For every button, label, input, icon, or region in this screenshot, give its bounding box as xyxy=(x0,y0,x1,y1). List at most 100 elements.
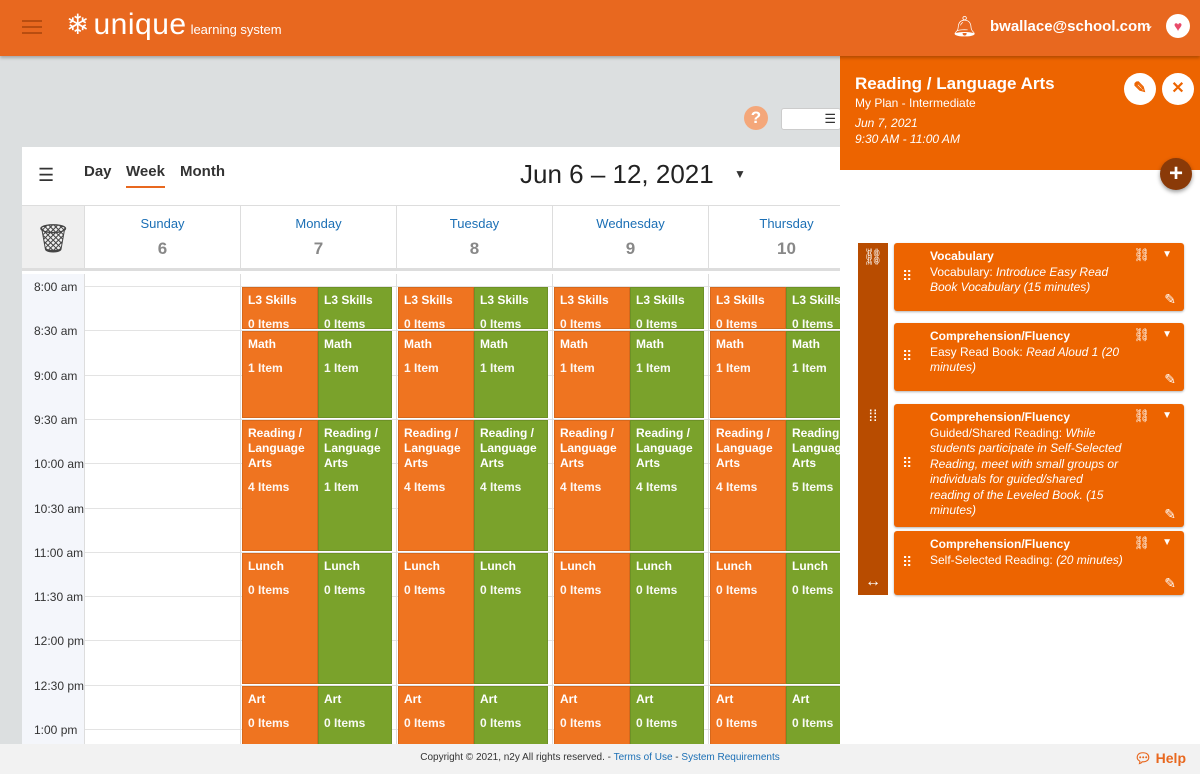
activity-group-rail[interactable]: ⛓︎ ⁞⁞ ↔ xyxy=(858,243,888,595)
list-view-toggle[interactable]: ☰ xyxy=(781,108,841,130)
trash-icon[interactable]: 🗑︎ xyxy=(22,205,84,271)
drag-handle-icon[interactable]: ⁞⁞ xyxy=(858,408,888,426)
calendar-event[interactable]: Lunch 0 Items xyxy=(474,552,548,684)
calendar-event[interactable]: Reading / Language Arts 4 Items xyxy=(242,419,318,551)
drag-handle-icon[interactable]: ⠿ xyxy=(902,348,912,365)
calendar-event[interactable]: Lunch 0 Items xyxy=(554,552,630,684)
day-header[interactable]: Tuesday 8 xyxy=(396,205,552,271)
calendar-event[interactable]: Art 0 Items xyxy=(318,685,392,744)
calendar-event[interactable]: Lunch 0 Items xyxy=(398,552,474,684)
user-menu[interactable]: bwallace@school.com xyxy=(990,18,1151,35)
calendar-event[interactable]: Art 0 Items xyxy=(554,685,630,744)
calendar-event[interactable]: Math 1 Item xyxy=(398,331,474,418)
view-week[interactable]: Week xyxy=(126,163,165,188)
pencil-icon[interactable]: ✎ xyxy=(1164,291,1176,308)
activity-card[interactable]: ⠿ Comprehension/Fluency Easy Read Book: … xyxy=(894,323,1184,391)
calendar-event[interactable]: Math 1 Item xyxy=(554,331,630,418)
pencil-icon[interactable]: ✎ xyxy=(1164,506,1176,523)
calendar-event[interactable]: Math 1 Item xyxy=(318,331,392,418)
calendar: ☰ Day Week Month Jun 6 – 12, 2021 ▼ 🗑︎ S… xyxy=(22,147,840,744)
unlink-icon[interactable]: ⛓︎ xyxy=(1133,327,1150,343)
resize-horizontal-icon[interactable]: ↔ xyxy=(858,573,888,591)
calendar-menu-icon[interactable]: ☰ xyxy=(38,165,54,186)
calendar-event[interactable]: Art 0 Items xyxy=(630,685,704,744)
chevron-down-icon[interactable]: ⌄ xyxy=(1144,18,1154,32)
calendar-event[interactable]: Lunch 0 Items xyxy=(242,552,318,684)
pencil-icon[interactable]: ✎ xyxy=(1164,371,1176,388)
calendar-event[interactable]: Lunch 0 Items xyxy=(710,552,786,684)
calendar-event[interactable]: Math 1 Item xyxy=(630,331,704,418)
activity-title: Comprehension/Fluency xyxy=(930,410,1071,424)
edit-button[interactable]: ✎ xyxy=(1124,73,1156,105)
pencil-icon[interactable]: ✎ xyxy=(1164,575,1176,592)
menu-icon[interactable] xyxy=(22,20,42,34)
calendar-event[interactable]: Math 1 Item xyxy=(474,331,548,418)
calendar-event[interactable]: Reading / Language Arts 5 Items xyxy=(786,419,840,551)
unlink-icon[interactable]: ⛓︎ xyxy=(1133,535,1150,551)
calendar-event[interactable]: Reading / Language Arts 4 Items xyxy=(554,419,630,551)
calendar-event[interactable]: Reading / Language Arts 1 Item xyxy=(318,419,392,551)
caret-down-icon[interactable]: ▼ xyxy=(1162,408,1172,424)
day-header[interactable]: Monday 7 xyxy=(240,205,396,271)
calendar-event[interactable]: L3 Skills 0 Items xyxy=(630,287,704,330)
calendar-event[interactable]: Lunch 0 Items xyxy=(318,552,392,684)
activity-card[interactable]: ⠿ Comprehension/Fluency Self-Selected Re… xyxy=(894,531,1184,595)
unlink-icon[interactable]: ⛓︎ xyxy=(858,247,888,267)
view-day[interactable]: Day xyxy=(84,163,112,180)
day-header[interactable]: Thursday 10 xyxy=(708,205,840,271)
event-title: Art xyxy=(324,691,342,706)
day-header[interactable]: Sunday 6 xyxy=(84,205,240,271)
view-month[interactable]: Month xyxy=(180,163,225,180)
calendar-event[interactable]: L3 Skills 0 Items xyxy=(474,287,548,330)
calendar-event[interactable]: Lunch 0 Items xyxy=(786,552,840,684)
event-count: 0 Items xyxy=(480,317,522,330)
calendar-event[interactable]: Art 0 Items xyxy=(398,685,474,744)
calendar-event[interactable]: Math 1 Item xyxy=(242,331,318,418)
drag-handle-icon[interactable]: ⠿ xyxy=(902,455,912,472)
calendar-event[interactable]: L3 Skills 0 Items xyxy=(554,287,630,330)
calendar-event[interactable]: Lunch 0 Items xyxy=(630,552,704,684)
event-count: 0 Items xyxy=(716,715,758,730)
event-title: Reading / Language Arts xyxy=(324,425,381,470)
caret-down-icon[interactable]: ▼ xyxy=(734,167,746,181)
system-requirements-link[interactable]: System Requirements xyxy=(681,752,779,763)
event-count: 0 Items xyxy=(560,317,602,330)
calendar-event[interactable]: Art 0 Items xyxy=(786,685,840,744)
bell-icon[interactable]: 🔔︎ xyxy=(952,14,977,39)
unlink-icon[interactable]: ⛓︎ xyxy=(1133,247,1150,263)
calendar-event[interactable]: Art 0 Items xyxy=(710,685,786,744)
caret-down-icon[interactable]: ▼ xyxy=(1162,247,1172,263)
unlink-icon[interactable]: ⛓︎ xyxy=(1133,408,1150,424)
calendar-event[interactable]: Math 1 Item xyxy=(786,331,840,418)
calendar-event[interactable]: L3 Skills 0 Items xyxy=(398,287,474,330)
heart-icon[interactable]: ♥ xyxy=(1166,14,1190,38)
calendar-event[interactable]: Art 0 Items xyxy=(474,685,548,744)
calendar-event[interactable]: L3 Skills 0 Items xyxy=(710,287,786,330)
time-label: 12:30 pm xyxy=(34,678,85,693)
activity-description: (20 minutes) xyxy=(1056,552,1123,567)
help-button[interactable]: 💬︎ Help xyxy=(1134,744,1186,772)
calendar-event[interactable]: Reading / Language Arts 4 Items xyxy=(474,419,548,551)
help-question-icon[interactable]: ? xyxy=(744,106,768,130)
calendar-event[interactable]: L3 Skills 0 Items xyxy=(318,287,392,330)
activity-card[interactable]: ⠿ Comprehension/Fluency Guided/Shared Re… xyxy=(894,404,1184,527)
terms-link[interactable]: Terms of Use xyxy=(614,752,673,763)
calendar-event[interactable]: Reading / Language Arts 4 Items xyxy=(398,419,474,551)
drag-handle-icon[interactable]: ⠿ xyxy=(902,554,912,571)
calendar-event[interactable]: Reading / Language Arts 4 Items xyxy=(710,419,786,551)
add-activity-button[interactable]: + xyxy=(1160,158,1192,190)
close-button[interactable]: ✕ xyxy=(1162,73,1194,105)
activity-card[interactable]: ⠿ Vocabulary Vocabulary: Introduce Easy … xyxy=(894,243,1184,311)
calendar-event[interactable]: L3 Skills 0 Items xyxy=(786,287,840,330)
logo[interactable]: ❄ unique learning system xyxy=(66,10,282,40)
calendar-event[interactable]: Math 1 Item xyxy=(710,331,786,418)
date-range[interactable]: Jun 6 – 12, 2021 xyxy=(520,159,714,190)
calendar-event[interactable]: L3 Skills 0 Items xyxy=(242,287,318,330)
calendar-event[interactable]: Reading / Language Arts 4 Items xyxy=(630,419,704,551)
calendar-event[interactable]: Art 0 Items xyxy=(242,685,318,744)
logo-subtitle: learning system xyxy=(190,22,282,37)
caret-down-icon[interactable]: ▼ xyxy=(1162,327,1172,343)
drag-handle-icon[interactable]: ⠿ xyxy=(902,268,912,285)
caret-down-icon[interactable]: ▼ xyxy=(1162,535,1172,551)
day-header[interactable]: Wednesday 9 xyxy=(552,205,708,271)
